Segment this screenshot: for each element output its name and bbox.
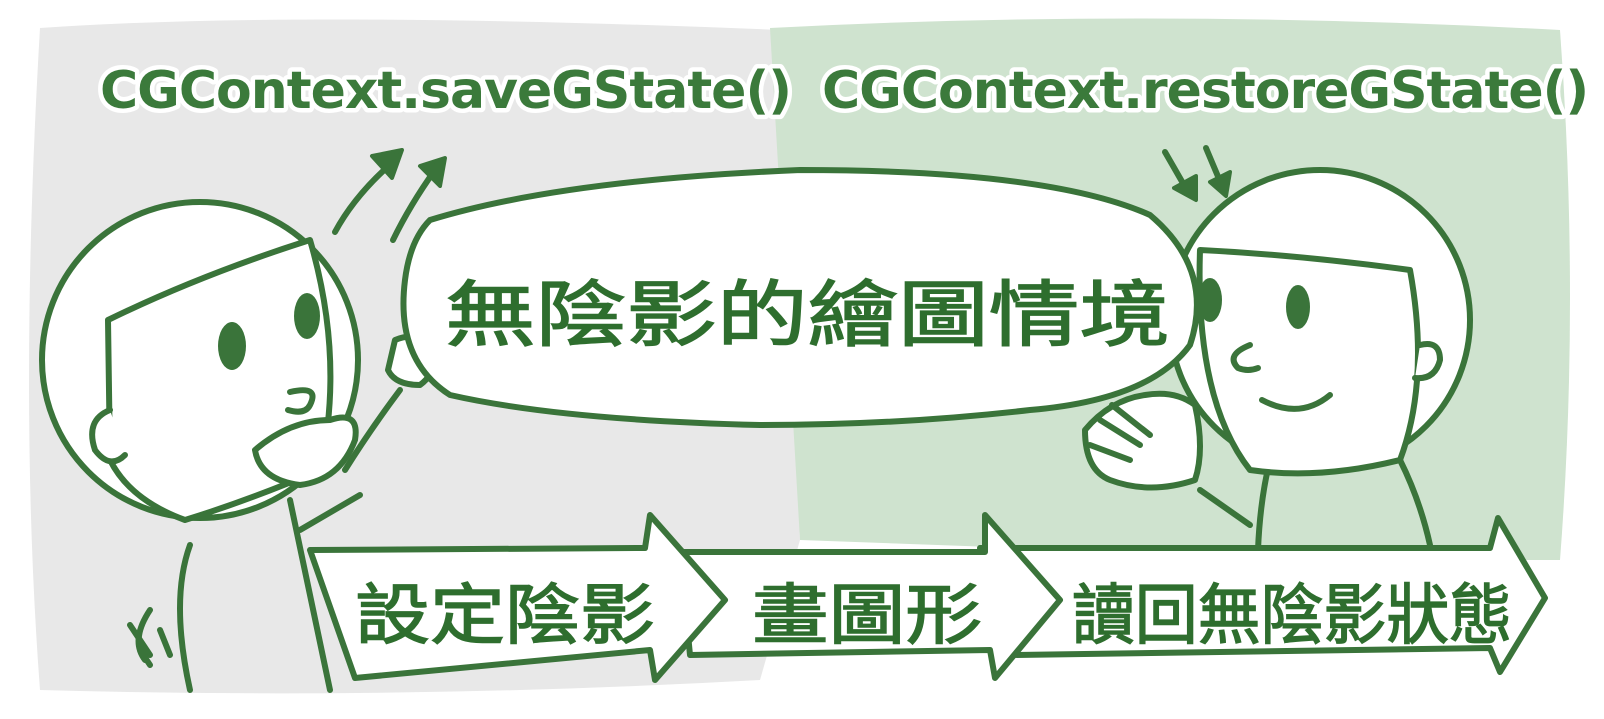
speech-bubble: 無陰影的繪圖情境 bbox=[400, 167, 1200, 428]
comic-panel: CGContext.saveGState() CGContext.restore… bbox=[0, 0, 1604, 719]
bubble-text: 無陰影的繪圖情境 bbox=[445, 273, 1170, 357]
left-title: CGContext.saveGState() bbox=[100, 61, 791, 121]
step-draw-shapes: 畫圖形 bbox=[752, 577, 982, 654]
right-title: CGContext.restoreGState() bbox=[822, 61, 1588, 121]
step-set-shadow: 設定陰影 bbox=[355, 577, 655, 654]
step-restore-state: 讀回無陰影狀態 bbox=[1072, 577, 1512, 654]
comic-illustration: CGContext.saveGState() CGContext.restore… bbox=[29, 18, 1594, 694]
